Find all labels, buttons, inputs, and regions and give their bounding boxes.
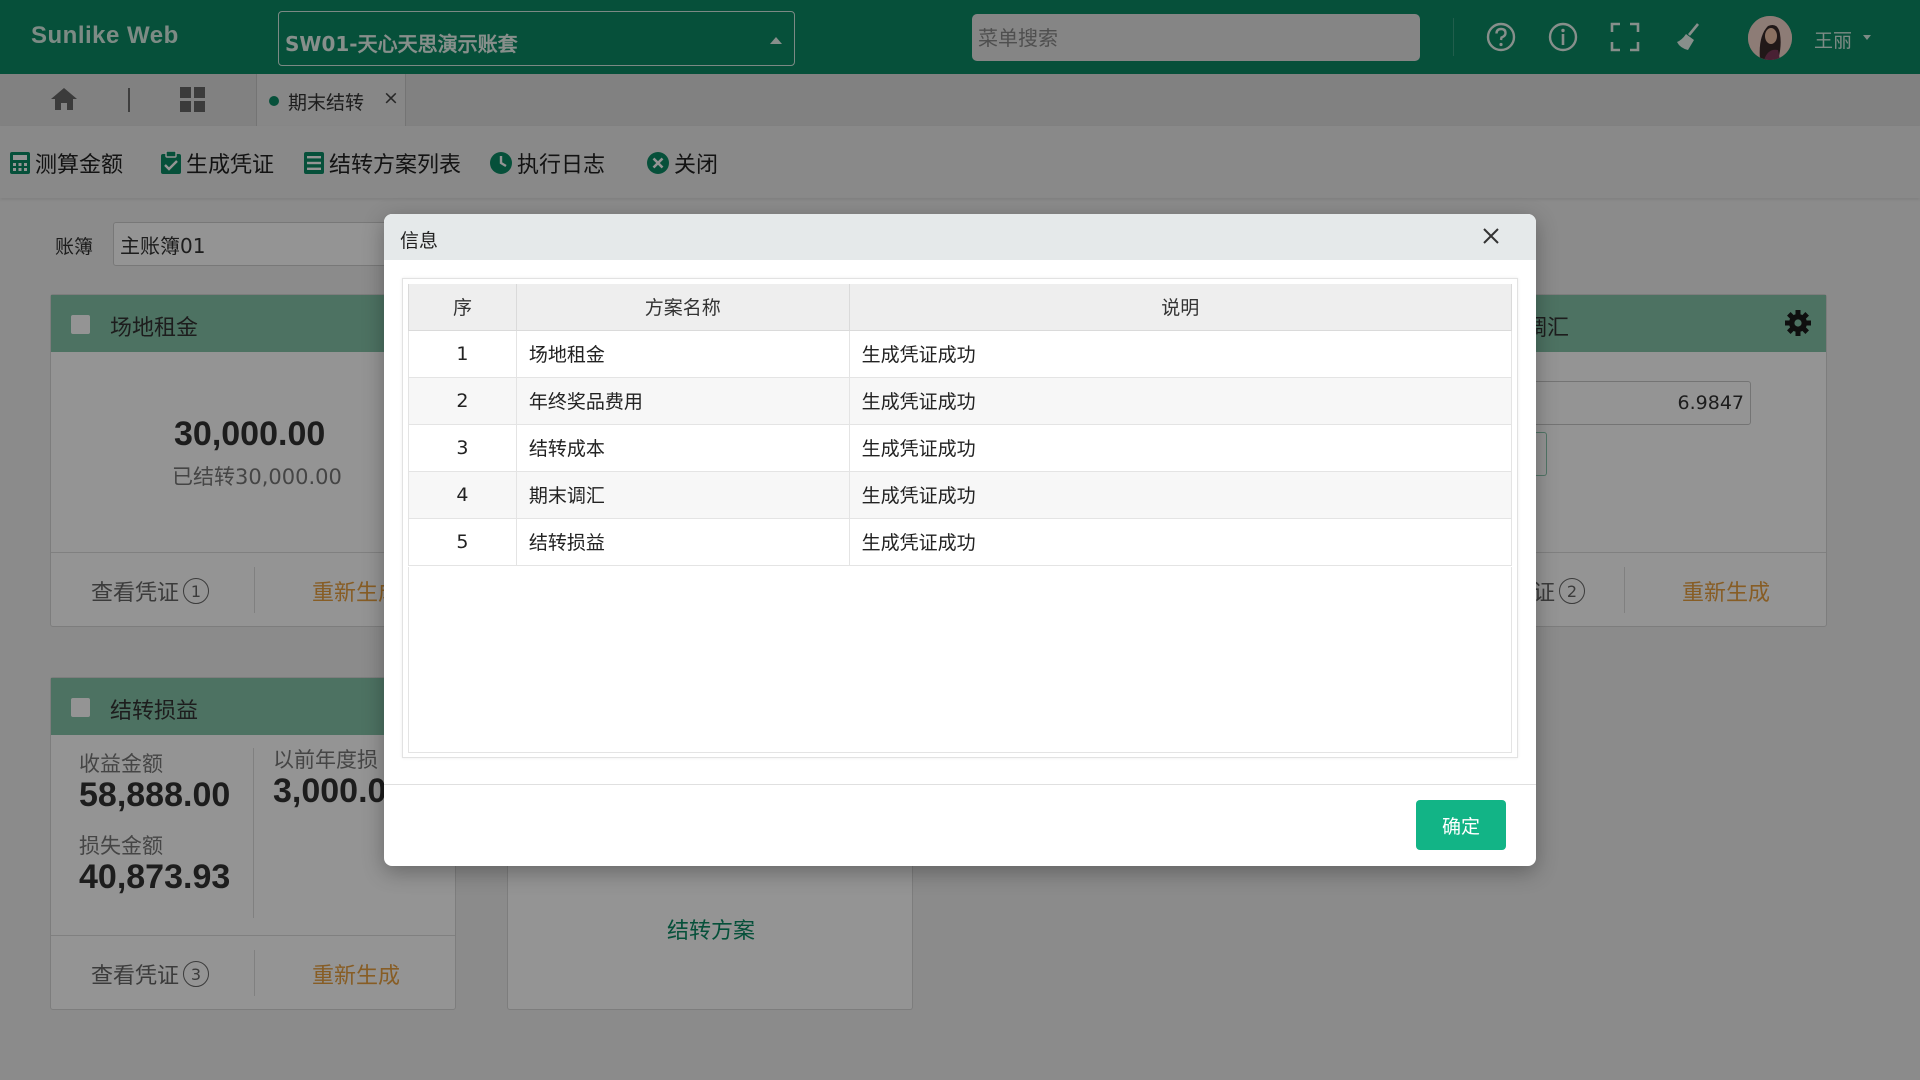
row-index: 3 xyxy=(408,424,517,472)
row-description: 生成凭证成功 xyxy=(848,377,1513,425)
table-row[interactable]: 3 结转成本 生成凭证成功 xyxy=(408,424,1513,472)
row-scheme-name: 结转损益 xyxy=(515,518,850,566)
info-dialog: 信息 序 方案名称 说明 1 场地租金 生成凭证成功 2 年终奖品费用 生成凭证… xyxy=(384,214,1536,866)
ok-button[interactable]: 确定 xyxy=(1416,800,1506,850)
result-table-container: 序 方案名称 说明 1 场地租金 生成凭证成功 2 年终奖品费用 生成凭证成功 … xyxy=(402,278,1518,758)
table-header-row: 序 方案名称 说明 xyxy=(408,284,1513,331)
table-row[interactable]: 1 场地租金 生成凭证成功 xyxy=(408,330,1513,378)
row-scheme-name: 期末调汇 xyxy=(515,471,850,519)
dialog-title: 信息 xyxy=(400,230,439,252)
table-row[interactable]: 5 结转损益 生成凭证成功 xyxy=(408,518,1513,566)
table-row[interactable]: 4 期末调汇 生成凭证成功 xyxy=(408,471,1513,519)
result-table: 序 方案名称 说明 1 场地租金 生成凭证成功 2 年终奖品费用 生成凭证成功 … xyxy=(408,284,1513,566)
col-description[interactable]: 说明 xyxy=(848,284,1513,331)
row-scheme-name: 结转成本 xyxy=(515,424,850,472)
dialog-header: 信息 xyxy=(384,214,1536,260)
col-scheme-name[interactable]: 方案名称 xyxy=(515,284,850,331)
row-index: 5 xyxy=(408,518,517,566)
close-icon[interactable] xyxy=(1480,225,1502,247)
col-index[interactable]: 序 xyxy=(408,284,517,331)
row-index: 2 xyxy=(408,377,517,425)
row-description: 生成凭证成功 xyxy=(848,424,1513,472)
row-description: 生成凭证成功 xyxy=(848,330,1513,378)
row-index: 1 xyxy=(408,330,517,378)
dialog-footer-divider xyxy=(384,784,1536,785)
row-scheme-name: 年终奖品费用 xyxy=(515,377,850,425)
row-index: 4 xyxy=(408,471,517,519)
row-description: 生成凭证成功 xyxy=(848,518,1513,566)
table-empty-area xyxy=(408,567,1512,753)
row-scheme-name: 场地租金 xyxy=(515,330,850,378)
row-description: 生成凭证成功 xyxy=(848,471,1513,519)
table-row[interactable]: 2 年终奖品费用 生成凭证成功 xyxy=(408,377,1513,425)
